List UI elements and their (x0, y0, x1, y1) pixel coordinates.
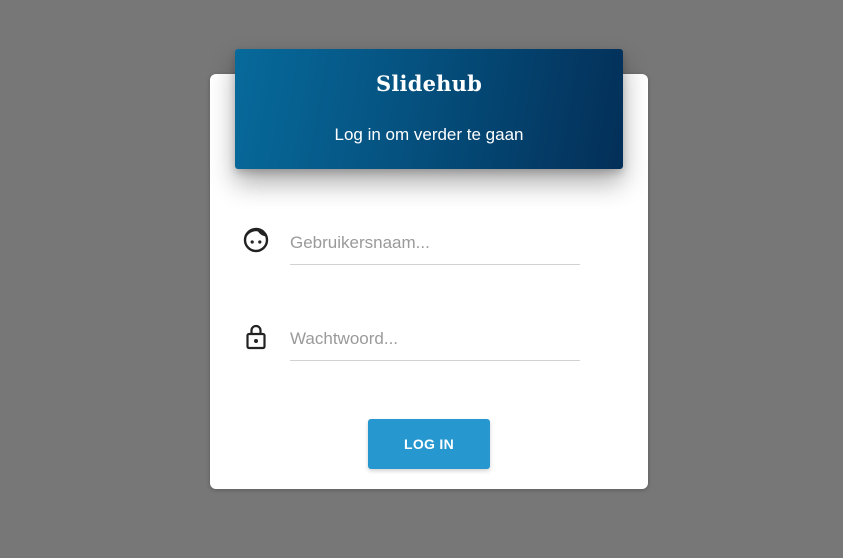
login-card-header: Slidehub Log in om verder te gaan (235, 49, 623, 169)
password-row (242, 318, 582, 362)
lock-icon (242, 322, 270, 350)
password-input[interactable] (290, 318, 580, 361)
username-input[interactable] (290, 222, 580, 265)
username-row (242, 222, 582, 266)
brand-title: Slidehub (376, 71, 482, 96)
face-icon (242, 226, 270, 254)
login-subtitle: Log in om verder te gaan (334, 125, 524, 144)
login-button[interactable]: LOG IN (368, 419, 490, 469)
